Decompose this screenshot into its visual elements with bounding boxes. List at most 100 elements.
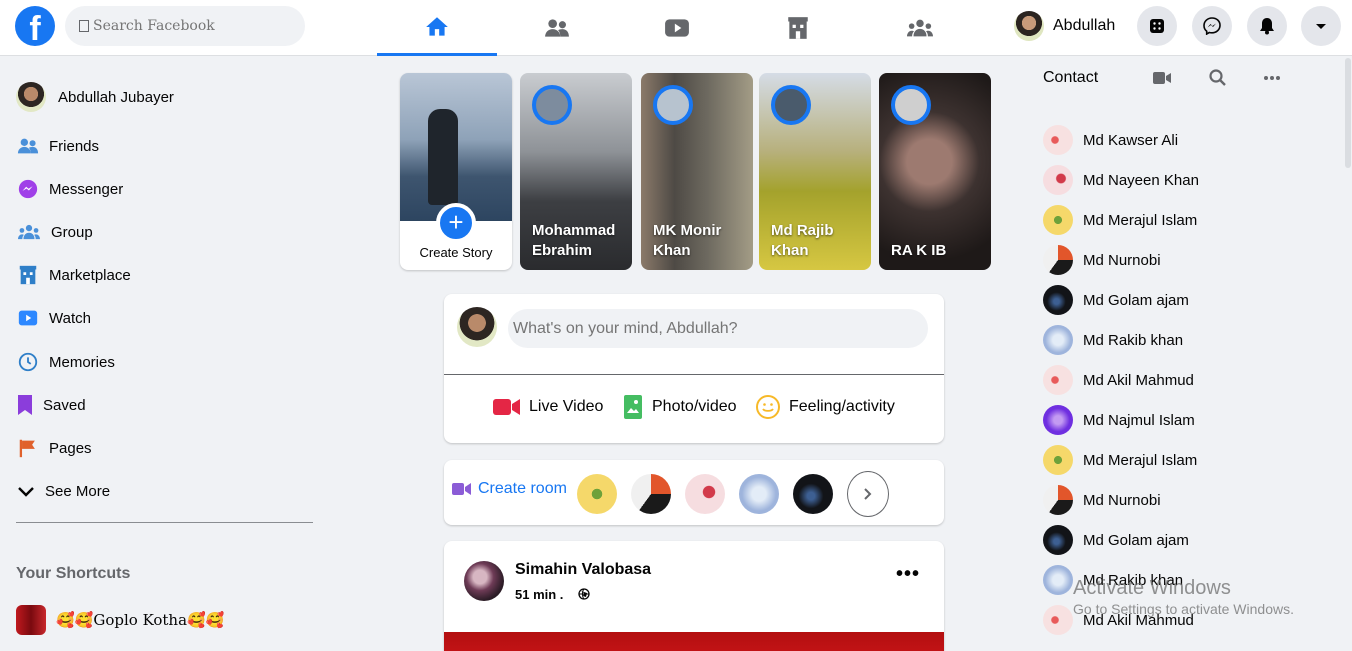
sidebar-item-label: Group [51,223,93,241]
status-input[interactable] [508,309,928,348]
contact-item[interactable]: Md Kawser Ali [1043,124,1178,156]
avatar [1043,325,1073,355]
search-box[interactable] [65,6,305,46]
sidebar-item-group[interactable]: Group [16,214,93,250]
story-name: RA K IB [891,242,947,259]
contact-item[interactable]: Md Golam ajam [1043,284,1189,316]
facebook-logo[interactable]: f [15,6,55,48]
create-story-card[interactable]: + Create Story [400,73,512,270]
avatar [1043,205,1073,235]
avatar [1043,285,1073,315]
post-author[interactable]: Simahin Valobasa [515,561,651,579]
notifications-button[interactable] [1247,6,1287,46]
sidebar-item-messenger[interactable]: Messenger [16,171,123,207]
tab-home[interactable] [377,0,497,56]
sidebar-item-label: Watch [49,309,91,327]
sidebar-item-label: Saved [43,396,86,414]
sidebar-item-friends[interactable]: Friends [16,128,99,164]
story-photo [400,73,512,221]
smiley-icon [756,395,780,419]
video-camera-icon [452,483,471,495]
profile-chip[interactable]: Abdullah [1014,8,1115,44]
avatar [457,307,497,347]
left-sidebar: Abdullah Jubayer Friends Messenger Group… [0,56,330,651]
profile-name: Abdullah [1053,17,1116,34]
contact-item[interactable]: Md Rakib khan [1043,324,1183,356]
contact-item[interactable]: Md Nurnobi [1043,244,1161,276]
post-image[interactable] [444,632,944,651]
avatar [1043,485,1073,515]
tab-friends[interactable] [497,0,617,56]
contact-item[interactable]: Md Merajul Islam [1043,444,1197,476]
create-room-button[interactable]: Create room [452,480,567,498]
bell-icon [1260,18,1274,35]
story-card[interactable]: Mohammad Ebrahim [520,73,632,270]
avatar[interactable] [739,474,779,514]
marketplace-icon [19,265,37,285]
sidebar-item-profile[interactable]: Abdullah Jubayer [16,79,174,115]
more-options-icon[interactable] [1262,68,1282,88]
contact-item[interactable]: Md Nayeen Khan [1043,164,1199,196]
tab-groups[interactable] [860,0,980,56]
post-options-button[interactable]: ••• [896,564,920,584]
avatar [1043,125,1073,155]
avatar[interactable] [577,474,617,514]
live-video-button[interactable]: Live Video [493,392,603,422]
menu-icon [1150,19,1164,33]
post-time[interactable]: 51 min . [515,587,563,602]
story-name: Mohammad Ebrahim [532,222,616,259]
avatar [1043,405,1073,435]
sidebar-item-watch[interactable]: Watch [16,300,91,336]
search-input[interactable] [91,18,291,34]
plus-icon[interactable]: + [436,203,476,243]
contacts-title: Contact [1043,69,1099,86]
story-name: Md Rajib Khan [771,222,834,259]
activation-watermark-text: Go to Settings to activate Windows. [1073,601,1294,617]
story-card[interactable]: Md Rajib Khan [759,73,871,270]
messenger-button[interactable] [1192,6,1232,46]
avatar [1043,565,1073,595]
contact-item[interactable]: Md Merajul Islam [1043,204,1197,236]
shortcut-item[interactable]: 🥰🥰Goplo Kotha🥰🥰 [16,603,224,637]
contact-item[interactable]: Md Nurnobi [1043,484,1161,516]
avatar [771,85,811,125]
avatar[interactable] [464,561,504,601]
video-call-icon[interactable] [1152,68,1172,88]
clock-icon [18,352,38,372]
avatar[interactable] [631,474,671,514]
sidebar-item-memories[interactable]: Memories [16,344,115,380]
post-composer: Live Video Photo/video Feeling/activity [444,294,944,443]
feed-post: Simahin Valobasa 51 min . ••• [444,541,944,651]
feeling-activity-button[interactable]: Feeling/activity [755,392,895,422]
tab-watch[interactable] [617,0,737,56]
sidebar-item-pages[interactable]: Pages [16,430,92,466]
sidebar-item-label: See More [45,482,111,500]
sidebar-item-marketplace[interactable]: Marketplace [16,257,131,293]
avatar[interactable] [685,474,725,514]
avatar [532,85,572,125]
contact-item[interactable]: Md Akil Mahmud [1043,364,1194,396]
video-camera-icon [493,399,520,415]
story-card[interactable]: MK Monir Khan [641,73,753,270]
scrollbar-thumb[interactable] [1345,58,1351,168]
sidebar-item-label: Memories [49,353,115,371]
watch-icon [18,310,38,326]
see-more-button[interactable]: See More [16,473,110,509]
account-button[interactable] [1301,6,1341,46]
tab-marketplace[interactable] [738,0,858,56]
next-button[interactable] [847,471,889,517]
divider [444,374,944,375]
search-icon[interactable] [1208,68,1228,88]
contact-item[interactable]: Md Golam ajam [1043,524,1189,556]
friends-icon [545,19,569,37]
contact-item[interactable]: Md Najmul Islam [1043,404,1195,436]
avatar [16,82,46,112]
sidebar-item-saved[interactable]: Saved [16,387,86,423]
sidebar-item-label: Abdullah Jubayer [58,88,174,106]
avatar[interactable] [793,474,833,514]
photo-video-button[interactable]: Photo/video [624,392,737,422]
avatar [1043,165,1073,195]
sidebar-item-label: Friends [49,137,100,155]
menu-button[interactable] [1137,6,1177,46]
story-card[interactable]: RA K IB [879,73,991,270]
